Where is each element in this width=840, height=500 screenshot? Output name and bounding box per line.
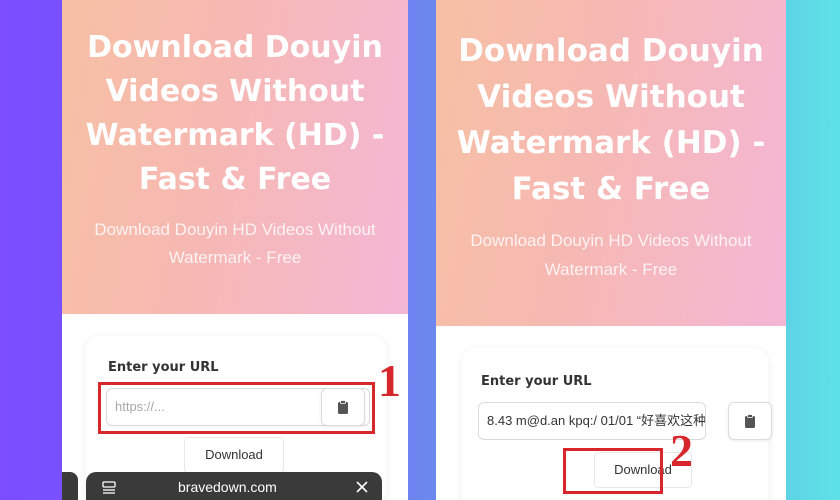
clipboard-icon bbox=[745, 414, 755, 428]
url-label: Enter your URL bbox=[108, 360, 219, 375]
highlight-box-download-button bbox=[563, 448, 663, 494]
paste-button[interactable] bbox=[728, 402, 772, 440]
tabs-icon[interactable] bbox=[102, 481, 116, 495]
browser-tab-stub[interactable] bbox=[62, 472, 78, 500]
hero-title: Download Douyin Videos Without Watermark… bbox=[456, 33, 766, 207]
browser-address-bar: bravedown.com bbox=[62, 472, 408, 500]
highlight-box-url-field bbox=[98, 382, 375, 434]
download-button[interactable]: Download bbox=[184, 437, 284, 473]
hero-title: Download Douyin Videos Without Watermark… bbox=[85, 30, 385, 197]
url-label: Enter your URL bbox=[481, 374, 592, 389]
close-icon[interactable] bbox=[356, 481, 368, 493]
browser-url-bar[interactable]: bravedown.com bbox=[86, 472, 382, 500]
browser-url-text: bravedown.com bbox=[178, 479, 277, 495]
step-number-1: 1 bbox=[378, 355, 401, 406]
hero-banner: Download Douyin Videos Without Watermark… bbox=[62, 0, 408, 314]
step-number-2: 2 bbox=[670, 425, 693, 476]
hero-subtitle: Download Douyin HD Videos Without Waterm… bbox=[94, 220, 376, 267]
hero-subtitle: Download Douyin HD Videos Without Waterm… bbox=[470, 231, 752, 279]
hero-banner: Download Douyin Videos Without Watermark… bbox=[436, 0, 786, 326]
right-phone-screen: Download Douyin Videos Without Watermark… bbox=[436, 0, 786, 500]
